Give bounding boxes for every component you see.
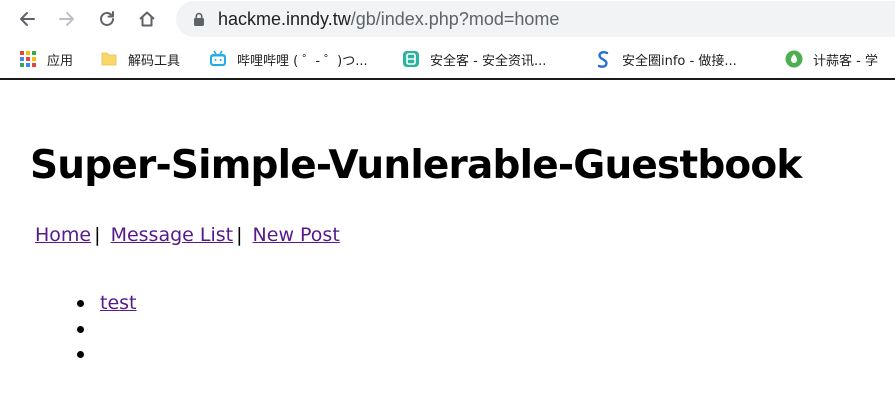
nav-new-post-link[interactable]: New Post bbox=[253, 224, 340, 246]
bookmark-anquanke[interactable]: 安全客 - 安全资讯... bbox=[402, 49, 546, 69]
url-text: hackme.inndy.tw/gb/index.php?mod=home bbox=[218, 1, 559, 37]
lock-icon bbox=[194, 12, 204, 26]
site-nav: Home | Message List | New Post bbox=[35, 222, 340, 248]
list-item bbox=[0, 341, 137, 367]
page-title: Super-Simple-Vunlerable-Guestbook bbox=[30, 143, 802, 188]
list-item bbox=[0, 316, 137, 342]
address-bar[interactable]: hackme.inndy.tw/gb/index.php?mod=home bbox=[176, 1, 895, 37]
message-link[interactable]: test bbox=[100, 292, 137, 314]
jisuanke-icon bbox=[785, 50, 803, 68]
bookmark-label: 安全圈info - 做接... bbox=[622, 53, 737, 69]
apps-grid-icon bbox=[20, 51, 36, 67]
bullet-icon bbox=[77, 351, 84, 358]
folder-icon bbox=[101, 52, 117, 66]
browser-toolbar: hackme.inndy.tw/gb/index.php?mod=home bbox=[0, 0, 895, 38]
list-item: test bbox=[0, 290, 137, 316]
reload-button[interactable] bbox=[94, 6, 120, 32]
bookmark-jisuanke[interactable]: 计蒜客 - 学 bbox=[785, 49, 878, 69]
bookmark-apps[interactable]: 应用 bbox=[19, 49, 73, 69]
anquanke-icon bbox=[403, 51, 419, 67]
message-list: test bbox=[0, 290, 137, 367]
bookmark-folder-decode-tools[interactable]: 解码工具 bbox=[100, 49, 180, 69]
nav-separator: | bbox=[94, 224, 101, 246]
bullet-icon bbox=[77, 300, 84, 307]
bullet-icon bbox=[77, 325, 84, 333]
back-button[interactable] bbox=[14, 6, 40, 32]
forward-button[interactable] bbox=[54, 6, 80, 32]
bookmark-label: 计蒜客 - 学 bbox=[813, 53, 878, 69]
anquanquan-icon bbox=[597, 51, 609, 68]
back-arrow-icon bbox=[20, 12, 35, 26]
reload-icon bbox=[100, 11, 114, 26]
nav-separator: | bbox=[236, 224, 243, 246]
bookmark-label: 安全客 - 安全资讯... bbox=[430, 53, 547, 69]
home-button[interactable] bbox=[134, 6, 160, 32]
url-host: hackme.inndy.tw bbox=[218, 9, 351, 29]
bookmark-label: 哔哩哔哩 ( ゜- ゜)つ... bbox=[237, 53, 368, 69]
url-path: /gb/index.php?mod=home bbox=[350, 9, 560, 29]
bookmarks-bar: 应用 解码工具 哔哩哔哩 ( ゜- ゜)つ... 安全客 - 安全资讯... 安… bbox=[0, 38, 895, 80]
nav-home-link[interactable]: Home bbox=[35, 224, 91, 246]
bookmark-bilibili[interactable]: 哔哩哔哩 ( ゜- ゜)つ... bbox=[209, 49, 368, 69]
nav-message-list-link[interactable]: Message List bbox=[111, 224, 234, 246]
forward-arrow-icon bbox=[59, 12, 74, 26]
bookmark-label: 解码工具 bbox=[128, 53, 181, 69]
bilibili-icon bbox=[210, 50, 226, 66]
bookmark-label: 应用 bbox=[47, 53, 74, 69]
home-icon bbox=[139, 11, 155, 27]
bookmark-anquanquan[interactable]: 安全圈info - 做接... bbox=[594, 49, 737, 69]
